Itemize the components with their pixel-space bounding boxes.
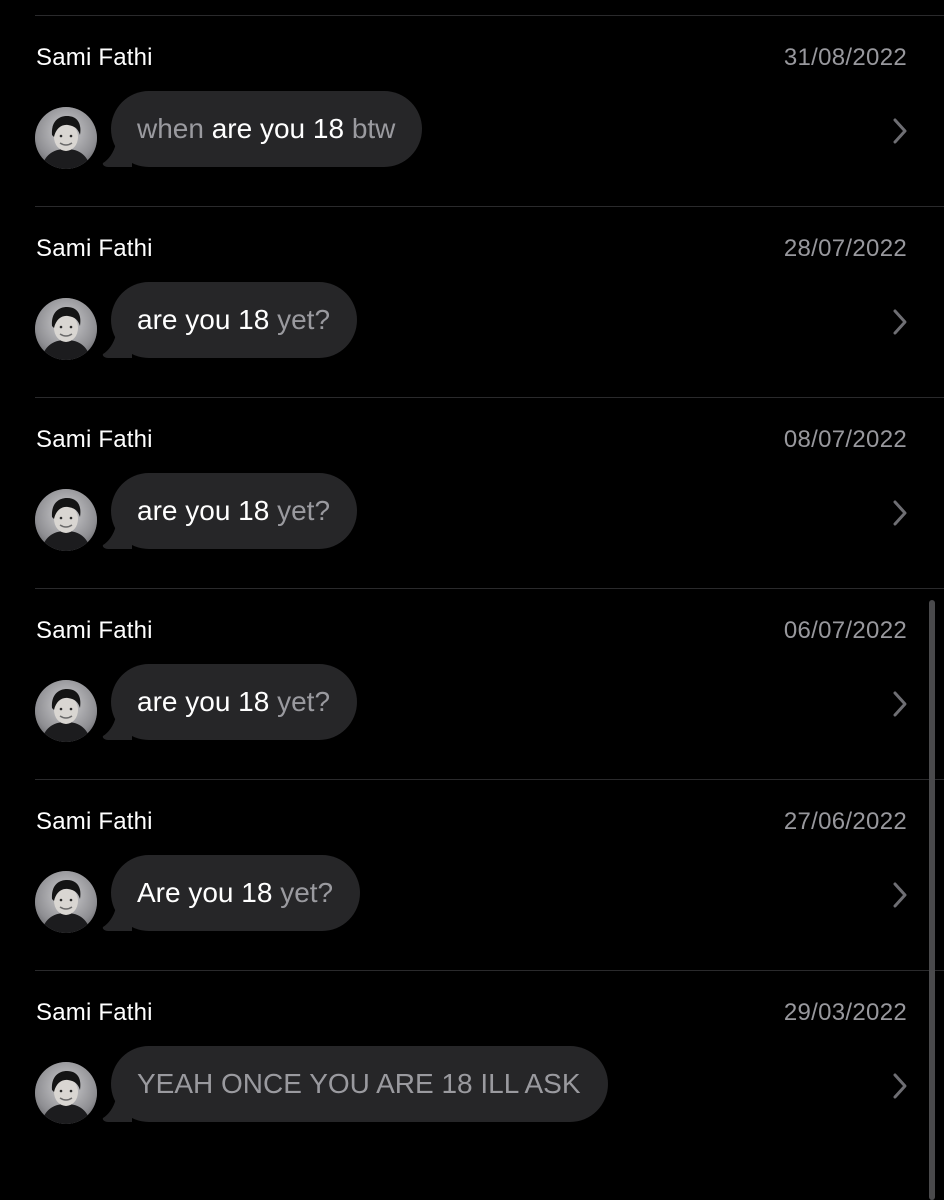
contact-avatar — [35, 107, 97, 169]
message-bubble: Are you 18 yet? — [102, 855, 361, 931]
message-text: are you 18 yet? — [137, 304, 330, 336]
sender-name: Sami Fathi — [36, 999, 153, 1026]
chevron-right-icon[interactable] — [892, 117, 908, 145]
contact-avatar — [35, 680, 97, 742]
message-date: 29/03/2022 — [783, 999, 907, 1026]
message-date: 06/07/2022 — [783, 617, 907, 644]
highlighted-match-text: are you 18 — [137, 304, 270, 335]
search-result-row[interactable]: Sami Fathi 06/07/2022 are you 18 yet? — [0, 589, 944, 780]
search-result-row[interactable]: Sami Fathi 08/07/2022 are you 18 yet? — [0, 398, 944, 589]
bubble-tail — [102, 334, 132, 358]
sender-name: Sami Fathi — [36, 235, 153, 262]
contact-avatar — [35, 1062, 97, 1124]
highlighted-match-text: are you 18 — [137, 686, 270, 717]
chevron-right-icon[interactable] — [892, 881, 908, 909]
message-bubble: when are you 18 btw — [102, 91, 423, 167]
message-text: are you 18 yet? — [137, 686, 330, 718]
contact-avatar — [35, 298, 97, 360]
message-text-segment: yet? — [269, 304, 331, 335]
contact-avatar — [35, 871, 97, 933]
chevron-right-icon[interactable] — [892, 1072, 908, 1100]
search-result-row[interactable]: Sami Fathi 29/03/2022 YEAH ONCE YOU ARE … — [0, 971, 944, 1162]
message-date: 28/07/2022 — [783, 235, 907, 262]
sender-name: Sami Fathi — [36, 426, 153, 453]
search-results-list: Sami Fathi 31/08/2022 when are you 18 bt… — [0, 0, 944, 1200]
message-text: when are you 18 btw — [137, 113, 395, 145]
chevron-right-icon[interactable] — [892, 308, 908, 336]
message-bubble: are you 18 yet? — [102, 473, 358, 549]
sender-name: Sami Fathi — [36, 44, 153, 71]
bubble-tail — [102, 525, 132, 549]
message-text: are you 18 yet? — [137, 495, 330, 527]
avatar-photo-icon — [35, 680, 97, 742]
message-bubble: YEAH ONCE YOU ARE 18 ILL ASK — [102, 1046, 608, 1122]
message-text: Are you 18 yet? — [137, 877, 333, 909]
search-result-row[interactable]: Sami Fathi 28/07/2022 are you 18 yet? — [0, 207, 944, 398]
message-bubble: are you 18 yet? — [102, 282, 358, 358]
message-text-segment: btw — [344, 113, 396, 144]
highlighted-match-text: are you 18 — [211, 113, 345, 144]
bubble-tail — [102, 1098, 132, 1122]
scrollbar[interactable] — [929, 600, 935, 1200]
highlighted-match-text: are you 18 — [137, 495, 270, 526]
message-bubble: are you 18 yet? — [102, 664, 358, 740]
search-result-row[interactable]: Sami Fathi 31/08/2022 when are you 18 bt… — [0, 16, 944, 207]
message-text-segment: YEAH ONCE YOU ARE 18 ILL ASK — [137, 1068, 581, 1099]
chevron-right-icon[interactable] — [892, 499, 908, 527]
highlighted-match-text: Are you 18 — [137, 877, 273, 908]
avatar-photo-icon — [35, 1062, 97, 1124]
message-date: 31/08/2022 — [783, 44, 907, 71]
message-text-segment: yet? — [269, 686, 331, 717]
avatar-photo-icon — [35, 489, 97, 551]
search-result-row[interactable]: Sami Fathi 27/06/2022 Are you 18 yet? — [0, 780, 944, 971]
contact-avatar — [35, 489, 97, 551]
bubble-tail — [102, 143, 132, 167]
avatar-photo-icon — [35, 871, 97, 933]
message-text-segment: yet? — [269, 495, 331, 526]
sender-name: Sami Fathi — [36, 808, 153, 835]
avatar-photo-icon — [35, 107, 97, 169]
message-text-segment: when — [137, 113, 212, 144]
message-date: 27/06/2022 — [783, 808, 907, 835]
message-text-segment: yet? — [272, 877, 334, 908]
message-date: 08/07/2022 — [783, 426, 907, 453]
avatar-photo-icon — [35, 298, 97, 360]
message-text: YEAH ONCE YOU ARE 18 ILL ASK — [137, 1068, 581, 1100]
bubble-tail — [102, 716, 132, 740]
sender-name: Sami Fathi — [36, 617, 153, 644]
chevron-right-icon[interactable] — [892, 690, 908, 718]
bubble-tail — [102, 907, 132, 931]
